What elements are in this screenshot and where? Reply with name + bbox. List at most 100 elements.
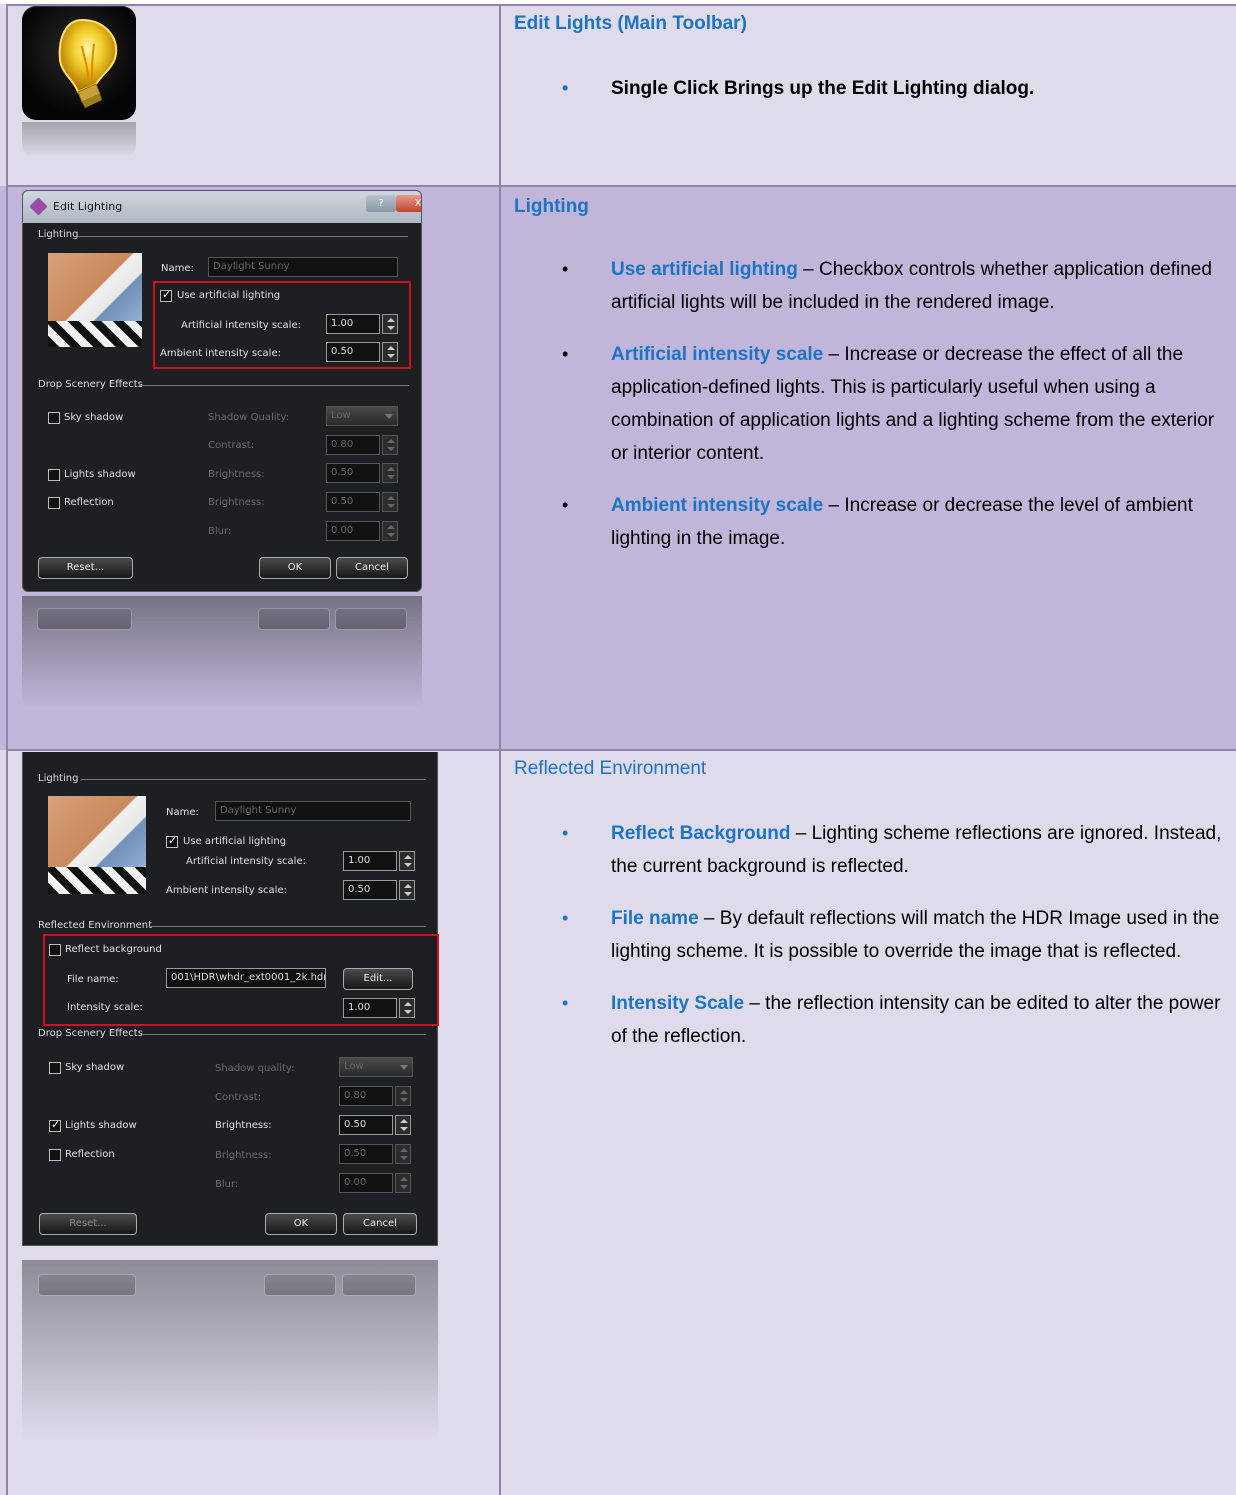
table-column-divider xyxy=(499,4,501,1495)
chevron-down-icon xyxy=(385,414,393,419)
cancel-button[interactable]: Cancel xyxy=(336,557,408,579)
artificial-intensity-spinner[interactable] xyxy=(399,851,415,871)
row2-text: Lighting • Use artificial lighting – Che… xyxy=(514,195,1226,555)
row2-bullet-2: • Artificial intensity scale – Increase … xyxy=(514,338,1226,470)
reflected-ok-button xyxy=(264,1274,336,1296)
blur-label: Blur: xyxy=(208,526,232,537)
use-artificial-label: Use artificial lighting xyxy=(183,836,287,847)
bullet-dot: • xyxy=(562,993,569,1013)
row2-title: Lighting xyxy=(514,196,589,217)
sky-shadow-label: Sky shadow xyxy=(65,1062,125,1073)
dialog-titlebar: Edit Lighting ? X xyxy=(23,191,421,223)
help-button[interactable]: ? xyxy=(366,195,396,212)
row1-title: Edit Lights (Main Toolbar) xyxy=(514,13,747,34)
table-border-top xyxy=(6,4,1236,6)
brightness-spinner[interactable] xyxy=(395,1115,411,1135)
table-border-row2 xyxy=(6,749,1236,751)
section-reflected-label: Reflected Environment xyxy=(38,920,153,931)
close-button[interactable]: X xyxy=(396,195,421,212)
brightness-field[interactable]: 0.50 xyxy=(339,1115,393,1135)
lighting-preview-image xyxy=(48,796,146,894)
section-lighting-label: Lighting xyxy=(38,229,79,240)
reflection-checkbox[interactable] xyxy=(49,1149,61,1161)
section-divider xyxy=(81,779,426,780)
contrast-spinner[interactable] xyxy=(395,1086,411,1106)
blur-field[interactable]: 0.00 xyxy=(339,1173,393,1193)
reflection-brightness-spinner[interactable] xyxy=(382,492,398,512)
section-drop-label: Drop Scenery Effects xyxy=(38,379,143,390)
highlight-box xyxy=(153,281,411,369)
brightness-spinner[interactable] xyxy=(382,463,398,483)
ambient-intensity-field[interactable]: 0.50 xyxy=(343,880,397,900)
reflection-brightness-field[interactable]: 0.50 xyxy=(326,492,380,512)
blur-spinner[interactable] xyxy=(382,521,398,541)
reflected-environment-dialog: Lighting Name: Daylight Sunny Use artifi… xyxy=(22,752,439,1246)
contrast-field[interactable]: 0.80 xyxy=(339,1086,393,1106)
blur-spinner[interactable] xyxy=(395,1173,411,1193)
lights-shadow-label: Lights shadow xyxy=(65,1120,137,1131)
reset-button[interactable]: Reset... xyxy=(39,1213,137,1235)
contrast-label: Contrast: xyxy=(208,440,255,451)
name-field[interactable]: Daylight Sunny xyxy=(215,801,411,821)
use-artificial-checkbox[interactable] xyxy=(166,834,178,848)
brightness-label: Brightness: xyxy=(215,1120,272,1131)
bullet-dot: • xyxy=(562,495,569,515)
name-label: Name: xyxy=(166,807,199,818)
bullet-dot: • xyxy=(562,908,569,928)
shadow-quality-label: Shadow Quality: xyxy=(208,412,290,423)
bullet-term: Intensity Scale xyxy=(611,993,745,1014)
artificial-intensity-field[interactable]: 1.00 xyxy=(343,851,397,871)
row3-text: Reflected Environment • Reflect Backgrou… xyxy=(514,757,1226,1053)
ambient-intensity-spinner[interactable] xyxy=(399,880,415,900)
reflection-label: Reflection xyxy=(65,1149,115,1160)
brightness-label: Brightness: xyxy=(208,469,265,480)
light-bulb-reflection xyxy=(22,122,136,158)
row1-text: Edit Lights (Main Toolbar) • Single Clic… xyxy=(514,12,1226,105)
sky-shadow-label: Sky shadow xyxy=(64,412,124,423)
reflection-label: Reflection xyxy=(64,497,114,508)
ok-button[interactable]: OK xyxy=(265,1213,337,1235)
table-border-left xyxy=(6,4,8,1495)
bullet-term: File name xyxy=(611,908,699,929)
ok-button[interactable]: OK xyxy=(259,557,331,579)
edit-lighting-dialog: Edit Lighting ? X Lighting Name: Dayligh… xyxy=(22,190,422,592)
contrast-spinner[interactable] xyxy=(382,435,398,455)
sky-shadow-checkbox[interactable] xyxy=(49,1062,61,1074)
name-field[interactable]: Daylight Sunny xyxy=(208,257,398,277)
shadow-quality-value: Low xyxy=(331,410,351,421)
section-divider xyxy=(149,926,426,927)
blur-label: Blur: xyxy=(215,1179,239,1190)
shadow-quality-select[interactable]: Low xyxy=(326,406,398,426)
row2-bullet-3: • Ambient intensity scale – Increase or … xyxy=(514,489,1226,555)
app-icon xyxy=(29,197,48,216)
reflection-brightness-field[interactable]: 0.50 xyxy=(339,1144,393,1164)
dialog-reflection xyxy=(22,1260,438,1440)
cancel-button[interactable]: Cancel xyxy=(343,1213,417,1235)
sky-shadow-checkbox[interactable] xyxy=(48,412,60,424)
section-drop-label: Drop Scenery Effects xyxy=(38,1028,143,1039)
lights-shadow-checkbox[interactable] xyxy=(49,1118,61,1132)
chevron-down-icon xyxy=(400,1065,408,1070)
reflection-checkbox[interactable] xyxy=(48,497,60,509)
shadow-quality-select[interactable]: Low xyxy=(339,1057,413,1077)
blur-field[interactable]: 0.00 xyxy=(326,521,380,541)
reflected-cancel-button xyxy=(335,608,407,630)
lights-shadow-checkbox[interactable] xyxy=(48,469,60,481)
dialog-title: Edit Lighting xyxy=(53,200,123,213)
contrast-label: Contrast: xyxy=(215,1092,262,1103)
contrast-field[interactable]: 0.80 xyxy=(326,435,380,455)
light-bulb-icon xyxy=(22,6,136,120)
reset-button[interactable]: Reset... xyxy=(38,557,133,579)
reflected-cancel-button xyxy=(342,1274,416,1296)
bullet-term: Use artificial lighting xyxy=(611,259,798,280)
bullet-text: – By default reflections will match the … xyxy=(611,908,1220,962)
section-lighting-label: Lighting xyxy=(38,773,79,784)
row3-title: Reflected Environment xyxy=(514,758,707,779)
reflection-brightness-label: Brightness: xyxy=(215,1150,272,1161)
brightness-field[interactable]: 0.50 xyxy=(326,463,380,483)
reflection-brightness-label: Brightness: xyxy=(208,497,265,508)
reflection-brightness-spinner[interactable] xyxy=(395,1144,411,1164)
name-label: Name: xyxy=(161,263,194,274)
table-border-row1 xyxy=(6,185,1236,187)
bullet-dot: • xyxy=(562,78,569,98)
